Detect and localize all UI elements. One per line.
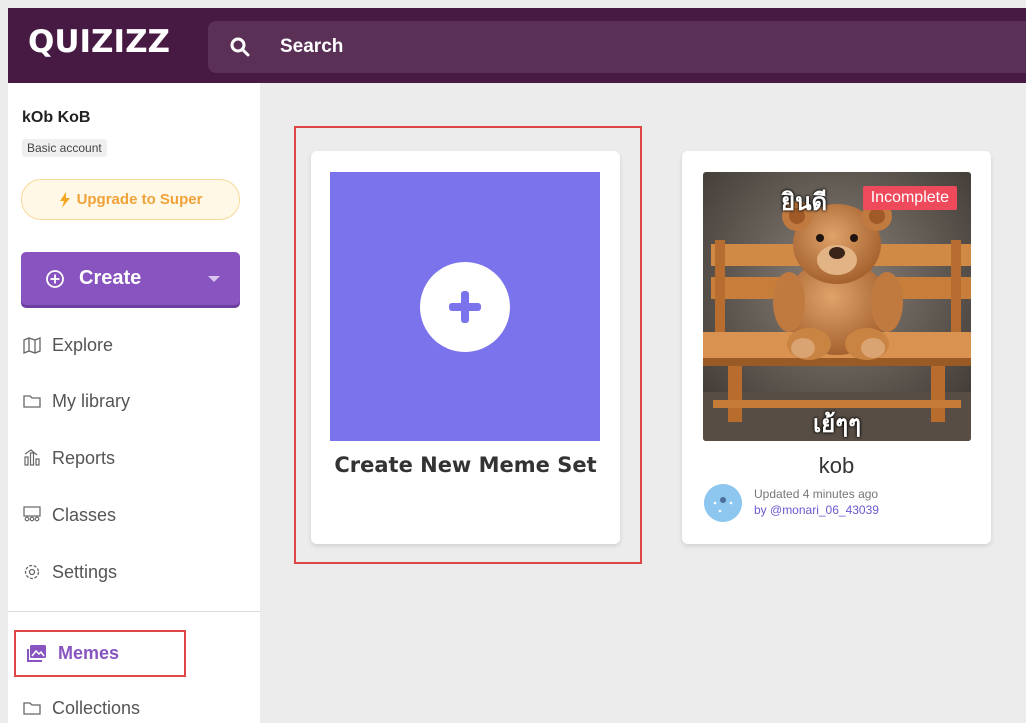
meme-thumbnail[interactable]: ยินดี Incomplete เย้ๆๆ — [703, 172, 971, 441]
meme-set-meta: Updated 4 minutes ago by @monari_06_4303… — [754, 486, 879, 518]
avatar — [704, 484, 742, 522]
author-link[interactable]: by @monari_06_43039 — [754, 502, 879, 518]
sidebar-item-my-library[interactable]: My library — [22, 388, 130, 414]
sidebar-item-collections[interactable]: Collections — [22, 695, 140, 721]
sidebar-item-label: My library — [52, 390, 131, 411]
sidebar-item-label: Reports — [52, 447, 116, 468]
meme-set-card[interactable]: ยินดี Incomplete เย้ๆๆ kob Updated 4 min… — [682, 151, 991, 544]
create-label: Create — [79, 267, 142, 289]
create-new-meme-set-label: Create New Meme Set — [334, 453, 597, 477]
sidebar-item-label: Memes — [58, 643, 120, 663]
create-tile[interactable] — [330, 172, 600, 441]
sidebar-item-label: Settings — [52, 561, 118, 582]
sidebar-item-label: Collections — [52, 697, 141, 718]
teddy-bear-image — [703, 172, 971, 441]
search-input[interactable]: Search — [280, 36, 343, 58]
plus-circle-icon — [46, 269, 64, 288]
classes-icon — [23, 506, 41, 522]
plus-icon — [420, 262, 510, 352]
memes-icon — [27, 644, 46, 662]
create-new-meme-set-card[interactable]: Create New Meme Set — [311, 151, 620, 544]
sidebar-item-memes[interactable]: Memes — [14, 630, 186, 677]
upgrade-label: Upgrade to Super — [76, 191, 203, 208]
sidebar: kOb KoB Basic account Upgrade to Super C… — [8, 83, 260, 723]
sidebar-item-reports[interactable]: Reports — [22, 445, 115, 471]
sidebar-item-label: Classes — [52, 504, 117, 525]
sidebar-item-settings[interactable]: Settings — [22, 559, 117, 585]
meme-bottom-caption: เย้ๆๆ — [812, 411, 862, 438]
lightning-icon — [59, 191, 70, 208]
user-name: kOb KoB — [22, 109, 91, 126]
reports-icon — [24, 449, 40, 466]
account-type-badge: Basic account — [22, 139, 107, 157]
explore-icon — [23, 337, 41, 354]
search-icon — [230, 37, 250, 57]
upgrade-button[interactable]: Upgrade to Super — [21, 179, 240, 220]
create-button[interactable]: Create — [21, 252, 240, 305]
sidebar-item-classes[interactable]: Classes — [22, 502, 116, 528]
sidebar-divider — [8, 611, 260, 612]
updated-time: Updated 4 minutes ago — [754, 487, 879, 501]
sidebar-item-label: Explore — [52, 334, 114, 355]
status-badge: Incomplete — [862, 186, 957, 210]
quizizz-logo[interactable]: QUIZIZZ — [28, 24, 170, 60]
folder-icon — [23, 702, 41, 715]
gear-icon — [24, 564, 40, 580]
folder-icon — [23, 395, 41, 408]
top-bar: QUIZIZZ Search — [8, 8, 1026, 83]
sidebar-item-explore[interactable]: Explore — [22, 332, 113, 358]
meme-top-caption: ยินดี — [781, 189, 828, 216]
meme-set-title[interactable]: kob — [682, 453, 991, 479]
chevron-down-icon[interactable] — [208, 276, 220, 282]
search-bar[interactable]: Search — [208, 21, 1026, 73]
